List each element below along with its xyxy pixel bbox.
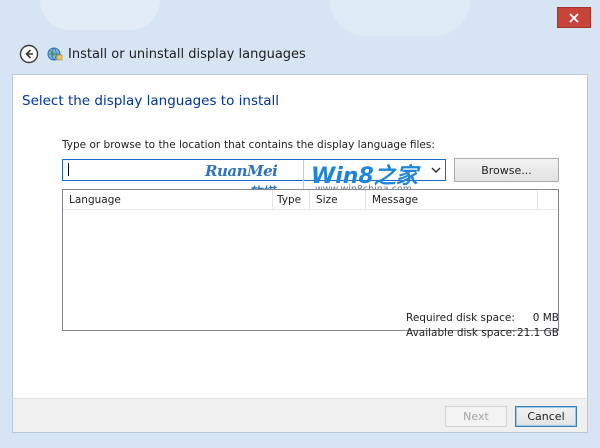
- language-list[interactable]: Language Type Size Message: [62, 189, 559, 331]
- window-title: Install or uninstall display languages: [68, 46, 306, 62]
- back-button[interactable]: [19, 44, 39, 64]
- background-decoration: [330, 0, 470, 36]
- page-title: Select the display languages to install: [22, 93, 280, 109]
- column-header-type[interactable]: Type: [273, 190, 310, 210]
- main-content: Select the display languages to install …: [12, 74, 588, 433]
- column-header-language[interactable]: Language: [63, 190, 273, 210]
- column-header-filler: [538, 190, 558, 210]
- path-label: Type or browse to the location that cont…: [62, 139, 435, 151]
- browse-button[interactable]: Browse...: [454, 158, 559, 182]
- required-space-value: 0 MB: [532, 312, 559, 324]
- path-combobox[interactable]: RuanMei 软媒 Win8之家 www.win8china.com: [62, 159, 446, 201]
- text-caret: [68, 163, 69, 176]
- column-header-message[interactable]: Message: [366, 190, 538, 210]
- list-header: Language Type Size Message: [63, 190, 558, 210]
- close-icon: [569, 12, 579, 23]
- close-button[interactable]: [557, 7, 591, 28]
- globe-language-icon: [47, 47, 63, 61]
- dropdown-button[interactable]: [429, 164, 443, 176]
- back-arrow-icon: [19, 44, 39, 64]
- path-input[interactable]: [63, 160, 425, 180]
- next-button[interactable]: Next: [445, 406, 507, 427]
- dialog-footer: Next Cancel: [12, 398, 588, 433]
- window-frame: Install or uninstall display languages S…: [0, 0, 600, 448]
- column-header-size[interactable]: Size: [310, 190, 366, 210]
- window-header: Install or uninstall display languages: [12, 36, 588, 72]
- chevron-down-icon: [431, 166, 441, 173]
- background-decoration: [40, 0, 160, 30]
- available-space-value: 21.1 GB: [516, 327, 559, 339]
- cancel-button[interactable]: Cancel: [515, 406, 577, 427]
- disk-values: 0 MB 21.1 GB: [499, 311, 559, 341]
